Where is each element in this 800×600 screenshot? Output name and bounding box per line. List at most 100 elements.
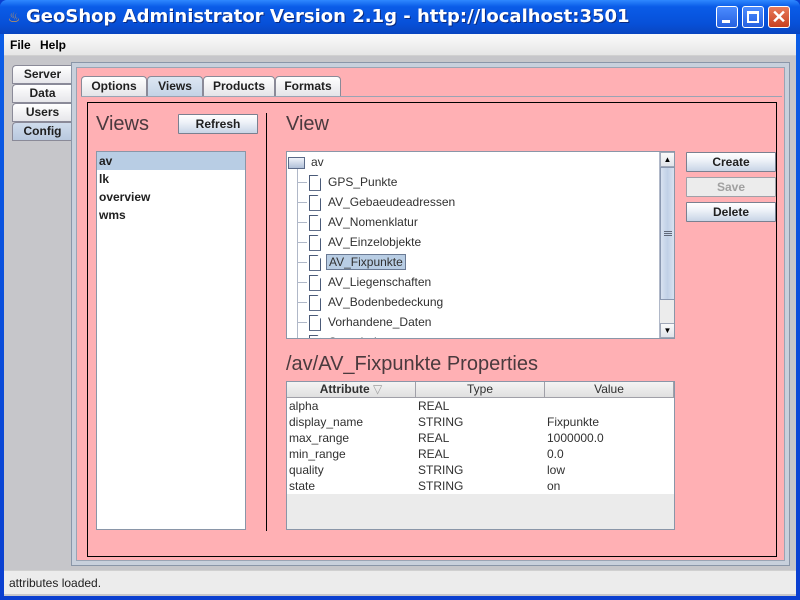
status-bar: attributes loaded. — [4, 570, 796, 594]
tree-node[interactable]: AV_Nomenklatur — [309, 212, 420, 232]
views-list[interactable]: av lk overview wms — [96, 151, 246, 530]
close-button[interactable]: ✕ — [768, 6, 790, 28]
maximize-icon — [747, 11, 759, 23]
minimize-button[interactable] — [716, 6, 738, 28]
tree-node-label: AV_Liegenschaften — [328, 275, 432, 289]
grip-icon — [664, 231, 672, 232]
scroll-thumb[interactable] — [660, 167, 674, 300]
properties-rows: alpha REAL display_name STRING Fixpunkte max_… — [287, 398, 674, 494]
views-list-item[interactable]: av — [97, 152, 245, 170]
cell-attribute: state — [289, 479, 316, 493]
tree-connector-line — [297, 242, 307, 243]
grip-icon — [664, 235, 672, 236]
tree-connector-line — [297, 182, 307, 183]
tab-views[interactable]: Views — [147, 76, 203, 96]
panel-divider — [266, 113, 267, 531]
cell-value: 1000000.0 — [547, 431, 604, 445]
tree-connector-line — [297, 322, 307, 323]
document-icon — [309, 234, 321, 251]
views-list-item[interactable]: lk — [97, 170, 245, 188]
refresh-button[interactable]: Refresh — [178, 114, 258, 134]
views-content-frame: Views Refresh av lk overview wms View av… — [87, 102, 777, 557]
tree-node[interactable]: AV_Bodenbedeckung — [309, 292, 445, 312]
tree-node[interactable]: AV_Einzelobjekte — [309, 232, 423, 252]
tree-connector-line — [297, 302, 307, 303]
properties-table[interactable]: Attribute ▽ Type Value alpha REAL display_… — [286, 381, 675, 530]
cell-type: REAL — [418, 447, 450, 461]
document-icon — [309, 294, 321, 311]
document-icon — [309, 314, 321, 331]
tree-vertical-scrollbar[interactable]: ▲ ▼ — [659, 152, 674, 338]
document-icon — [309, 254, 321, 271]
cell-attribute: max_range — [289, 431, 350, 445]
tab-formats[interactable]: Formats — [275, 76, 341, 96]
tree-node-label: AV_Gebaeudeadressen — [328, 195, 456, 209]
side-tab-server[interactable]: Server — [12, 65, 72, 84]
tree-node[interactable]: AV_Liegenschaften — [309, 272, 433, 292]
document-icon — [309, 194, 321, 211]
title-bar[interactable]: ♨ GeoShop Administrator Version 2.1g - h… — [0, 0, 800, 34]
table-row[interactable]: alpha REAL — [287, 398, 674, 414]
document-icon — [309, 334, 321, 338]
cell-type: REAL — [418, 399, 450, 413]
cell-type: REAL — [418, 431, 450, 445]
cell-attribute: alpha — [289, 399, 319, 413]
cell-value: 0.0 — [547, 447, 564, 461]
tree-connector-line — [297, 262, 307, 263]
maximize-button[interactable] — [742, 6, 764, 28]
java-cup-icon: ♨ — [7, 9, 21, 25]
menu-help[interactable]: Help — [40, 38, 66, 52]
tree-node[interactable]: Vorhandene_Daten — [309, 312, 433, 332]
tab-products[interactable]: Products — [203, 76, 275, 96]
table-row[interactable]: min_range REAL 0.0 — [287, 446, 674, 462]
document-icon — [309, 274, 321, 291]
tree-node[interactable]: Gemeindegrenzen — [309, 332, 429, 338]
table-row[interactable]: display_name STRING Fixpunkte — [287, 414, 674, 430]
table-row[interactable]: max_range REAL 1000000.0 — [287, 430, 674, 446]
table-row[interactable]: state STRING on — [287, 478, 674, 494]
view-tree[interactable]: av GPS_Punkte AV_Gebaeudeadressen AV_Nomen… — [286, 151, 675, 339]
cell-attribute: min_range — [289, 447, 346, 461]
column-header-value[interactable]: Value — [545, 382, 674, 398]
tree-node-label: AV_Bodenbedeckung — [328, 295, 444, 309]
column-header-type[interactable]: Type — [416, 382, 545, 398]
config-tab-area: Options Views Products Formats Views Ref… — [76, 67, 785, 561]
document-icon — [309, 174, 321, 191]
tree-node[interactable]: AV_Gebaeudeadressen — [309, 192, 457, 212]
views-list-item[interactable]: wms — [97, 206, 245, 224]
cell-type: STRING — [418, 415, 464, 429]
app-window: ♨ GeoShop Administrator Version 2.1g - h… — [0, 0, 800, 600]
minimize-icon — [722, 20, 730, 23]
close-icon: ✕ — [771, 7, 787, 27]
tree-node[interactable]: GPS_Punkte — [309, 172, 399, 192]
tree-node-label: GPS_Punkte — [328, 175, 398, 189]
views-list-item[interactable]: overview — [97, 188, 245, 206]
scroll-up-button[interactable]: ▲ — [660, 152, 674, 167]
side-tab-config[interactable]: Config — [12, 122, 72, 141]
side-tab-users[interactable]: Users — [12, 103, 72, 122]
document-icon — [309, 214, 321, 231]
menu-file[interactable]: File — [10, 38, 31, 52]
tree-root-node[interactable]: av — [288, 152, 326, 172]
cell-value: low — [547, 463, 566, 477]
client-area: File Help Server Data Users Config Optio… — [4, 34, 796, 596]
tree-connector-line — [297, 222, 307, 223]
cell-type: STRING — [418, 479, 464, 493]
column-header-attribute[interactable]: Attribute ▽ — [287, 382, 416, 398]
window-title: GeoShop Administrator Version 2.1g - htt… — [26, 6, 630, 27]
folder-icon — [288, 156, 305, 169]
tab-options[interactable]: Options — [81, 76, 147, 96]
scroll-down-button[interactable]: ▼ — [660, 323, 674, 338]
grip-icon — [664, 233, 672, 234]
delete-button[interactable]: Delete — [686, 202, 776, 222]
save-button[interactable]: Save — [686, 177, 776, 197]
tree-connector-line — [297, 202, 307, 203]
tree-node-label: AV_Fixpunkte — [326, 254, 406, 270]
create-button[interactable]: Create — [686, 152, 776, 172]
tree-node[interactable]: AV_Fixpunkte — [309, 252, 406, 272]
views-tab-body: Views Refresh av lk overview wms View av… — [81, 96, 782, 558]
sort-descending-icon: ▽ — [373, 382, 383, 396]
views-title: Views — [96, 113, 149, 135]
side-tab-data[interactable]: Data — [12, 84, 72, 103]
table-row[interactable]: quality STRING low — [287, 462, 674, 478]
